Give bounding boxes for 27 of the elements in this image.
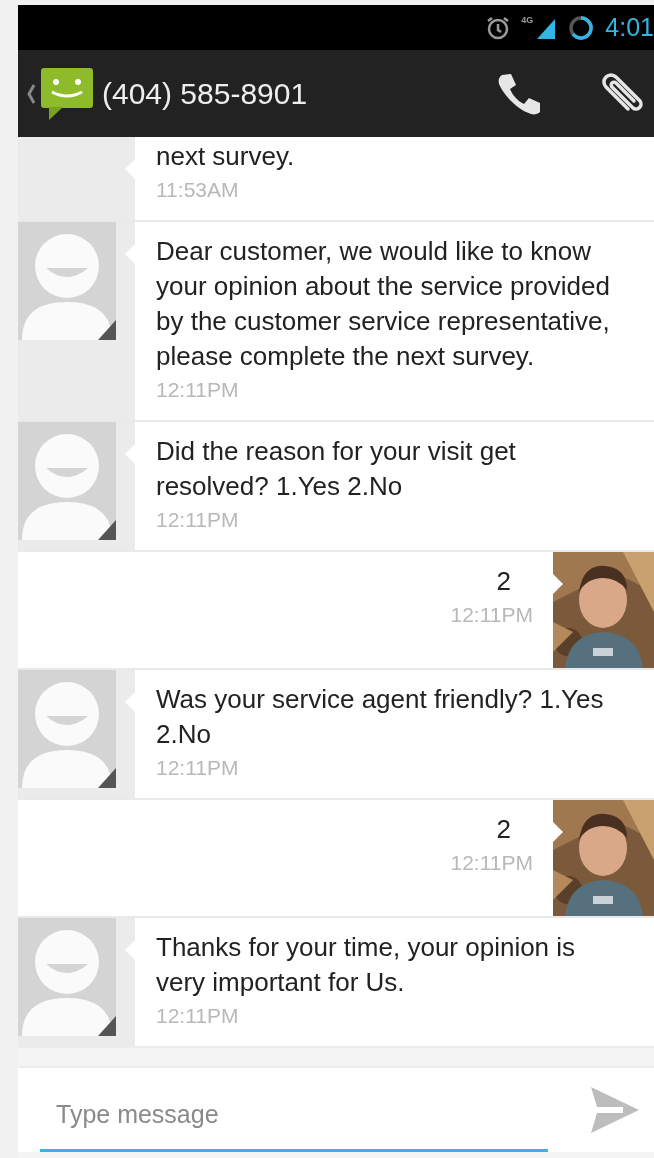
contact-avatar-icon (18, 222, 116, 340)
message-time: 12:11PM (449, 602, 533, 628)
message-text: Was your service agent friendly? 1.Yes 2.No (156, 683, 605, 751)
network-type: 4G (521, 14, 534, 25)
message-text: next survey. (156, 140, 296, 173)
message-text: 2 (495, 813, 512, 846)
clock-time: 4:01 (605, 13, 654, 42)
battery-ring-icon (567, 13, 596, 42)
message-bubble-icon (40, 66, 94, 121)
message-time: 12:11PM (156, 1003, 240, 1029)
message-text: Did the reason for your visit get resolved? 1.Yes 2.No (156, 435, 517, 503)
message-time: 12:11PM (156, 755, 240, 781)
message-composer[interactable]: Type message (18, 1066, 654, 1152)
back-icon (26, 82, 36, 105)
contact-avatar-icon (18, 422, 116, 540)
message-time: 12:11PM (449, 850, 533, 876)
message-time: 12:11PM (156, 377, 240, 403)
message-text: Thanks for your time, your opinion is very important for Us. (156, 931, 577, 999)
contact-avatar-icon (18, 918, 116, 1036)
send-icon (588, 1085, 640, 1135)
back-button[interactable] (26, 66, 94, 121)
message-text: 2 (495, 565, 512, 598)
message-text: Dear customer, we would like to know your opinion about the service provided by the customer service representative, please complete the next survey. (156, 235, 611, 373)
contact-avatar-icon (18, 670, 116, 788)
contact-number: (404) 585-8901 (102, 76, 309, 111)
message-time: 12:11PM (156, 507, 240, 533)
message-time: 11:53AM (156, 177, 240, 203)
